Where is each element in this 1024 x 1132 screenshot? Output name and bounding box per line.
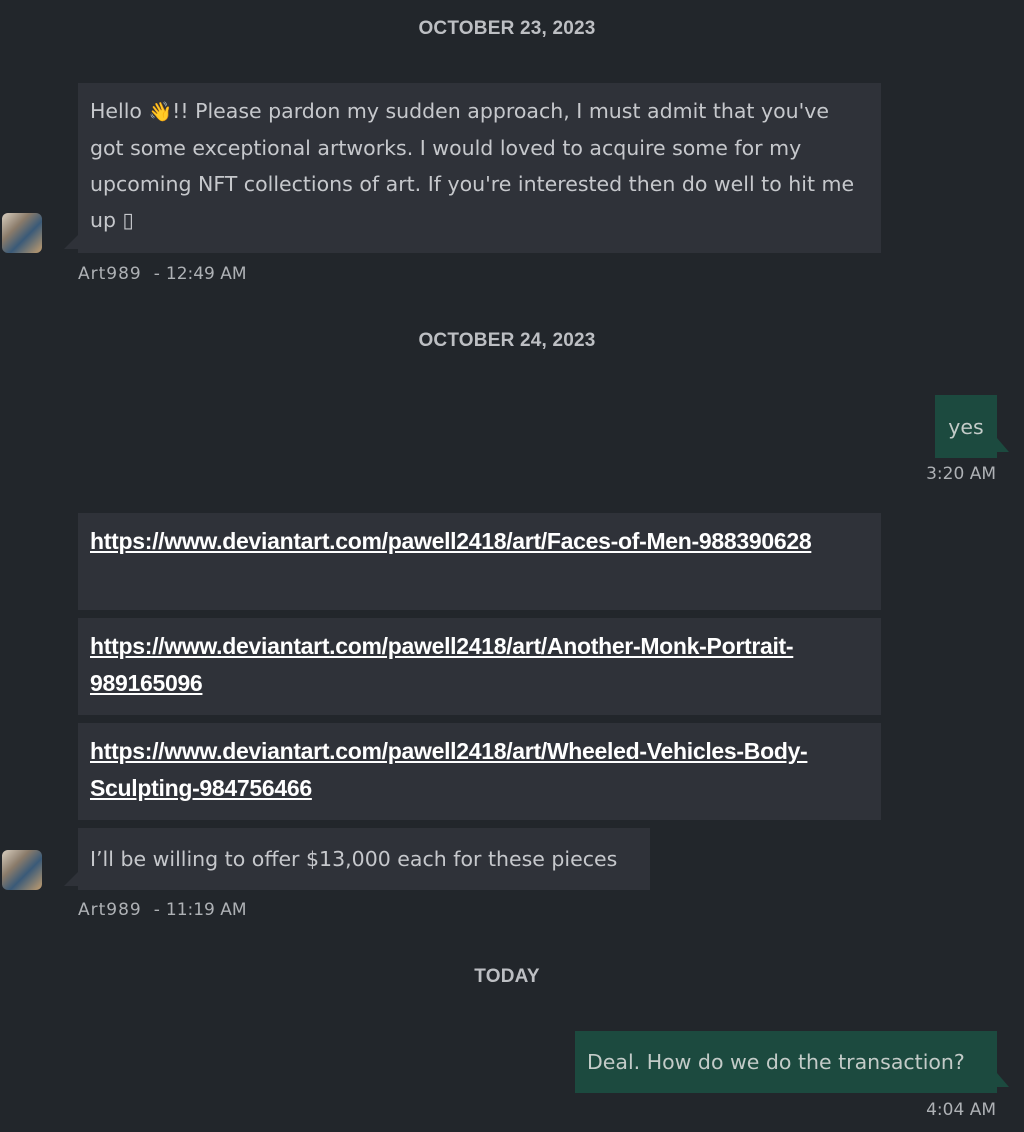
outgoing-message-bubble[interactable]: yes	[935, 395, 997, 458]
message-time: 4:04 AM	[926, 1100, 996, 1120]
artwork-link[interactable]: https://www.deviantart.com/pawell2418/ar…	[90, 528, 812, 554]
meta-separator: -	[153, 900, 160, 920]
link-message-bubble: https://www.deviantart.com/pawell2418/ar…	[78, 513, 881, 610]
date-separator: OCTOBER 23, 2023	[418, 18, 596, 39]
link-message-bubble: https://www.deviantart.com/pawell2418/ar…	[78, 723, 881, 820]
message-text: I’ll be willing to offer $13,000 each fo…	[90, 847, 618, 871]
message-text: Deal. How do we do the transaction?	[587, 1050, 965, 1074]
bubble-tail	[64, 872, 78, 886]
incoming-message-bubble[interactable]: I’ll be willing to offer $13,000 each fo…	[78, 828, 650, 890]
message-meta: Art989-11:19 AM	[78, 900, 247, 920]
message-meta: Art989-12:49 AM	[78, 264, 247, 284]
waving-hand-icon: 👋	[148, 101, 173, 123]
avatar[interactable]	[2, 850, 42, 890]
bubble-tail	[997, 1073, 1009, 1087]
incoming-message-bubble[interactable]: Hello 👋!! Please pardon my sudden approa…	[78, 83, 881, 253]
artwork-link[interactable]: https://www.deviantart.com/pawell2418/ar…	[90, 738, 808, 801]
date-separator: OCTOBER 24, 2023	[418, 330, 596, 351]
sender-name[interactable]: Art989	[78, 264, 142, 284]
message-text: !! Please pardon my sudden approach, I m…	[90, 99, 855, 232]
message-text: Hello	[90, 99, 149, 123]
artwork-link[interactable]: https://www.deviantart.com/pawell2418/ar…	[90, 633, 794, 696]
message-text: yes	[948, 414, 984, 439]
bubble-tail	[64, 235, 78, 249]
meta-separator: -	[153, 264, 160, 284]
message-time: 3:20 AM	[926, 464, 996, 484]
bubble-tail	[997, 438, 1009, 452]
sender-name[interactable]: Art989	[78, 900, 142, 920]
avatar[interactable]	[2, 213, 42, 253]
date-separator: TODAY	[474, 966, 540, 987]
message-time: 11:19 AM	[165, 900, 247, 920]
link-message-bubble: https://www.deviantart.com/pawell2418/ar…	[78, 618, 881, 715]
message-time: 12:49 AM	[165, 264, 247, 284]
outgoing-message-bubble[interactable]: Deal. How do we do the transaction?	[575, 1031, 997, 1093]
